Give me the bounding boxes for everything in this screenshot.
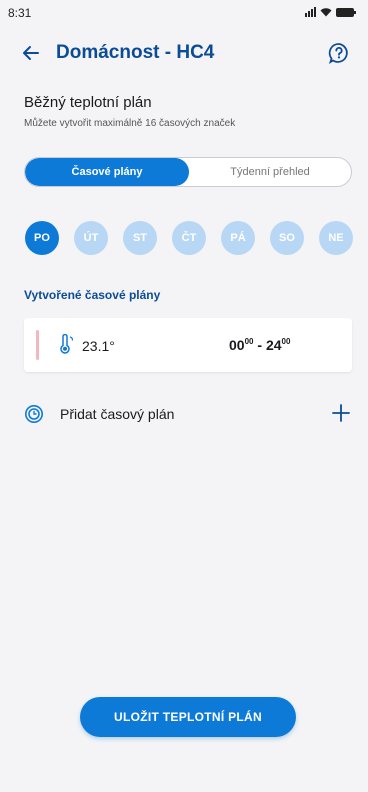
day-selector: PO ÚT ST ČT PÁ SO NE — [25, 221, 355, 257]
signal-icon — [305, 7, 316, 17]
start-hour: 00 — [229, 337, 245, 353]
plan-title: Běžný teplotní plán — [24, 94, 152, 111]
clock-icon — [25, 405, 43, 423]
add-time-plan-button[interactable]: Přidat časový plán — [24, 400, 354, 430]
day-button-sat[interactable]: SO — [270, 221, 304, 255]
time-separator: - — [253, 337, 266, 353]
status-time: 8:31 — [8, 6, 32, 20]
day-button-sun[interactable]: NE — [319, 221, 353, 255]
add-plan-label: Přidat časový plán — [60, 406, 175, 422]
back-arrow-icon[interactable] — [20, 42, 42, 64]
day-button-mon[interactable]: PO — [25, 221, 59, 255]
section-title: Vytvořené časové plány — [24, 288, 161, 302]
schedule-card[interactable]: 23.1° 0000 - 2400 — [24, 318, 352, 372]
day-button-fri[interactable]: PÁ — [221, 221, 255, 255]
battery-icon — [336, 7, 356, 17]
app-bar: Domácnost - HC4 — [0, 38, 368, 74]
schedule-accent-bar — [36, 330, 39, 360]
end-hour: 24 — [265, 337, 282, 353]
wifi-icon — [320, 8, 332, 17]
plan-subtitle: Můžete vytvořit maximálně 16 časových zn… — [24, 118, 236, 129]
page-title: Domácnost - HC4 — [56, 42, 215, 63]
day-button-wed[interactable]: ST — [123, 221, 157, 255]
schedule-time-range: 0000 - 2400 — [229, 337, 290, 353]
plus-icon[interactable] — [330, 402, 352, 424]
help-icon[interactable] — [328, 42, 350, 64]
end-minute: 00 — [281, 337, 291, 346]
status-bar: 8:31 — [0, 0, 368, 30]
day-button-tue[interactable]: ÚT — [74, 221, 108, 255]
day-button-thu[interactable]: ČT — [172, 221, 206, 255]
status-icons — [305, 7, 356, 17]
thermometer-icon — [60, 334, 74, 354]
schedule-temperature: 23.1° — [82, 338, 115, 354]
view-tabs: Časové plány Týdenní přehled — [24, 157, 352, 187]
tab-time-plans[interactable]: Časové plány — [25, 158, 189, 186]
tab-weekly-overview[interactable]: Týdenní přehled — [189, 158, 351, 186]
save-plan-button[interactable]: ULOŽIT TEPLOTNÍ PLÁN — [80, 697, 296, 737]
